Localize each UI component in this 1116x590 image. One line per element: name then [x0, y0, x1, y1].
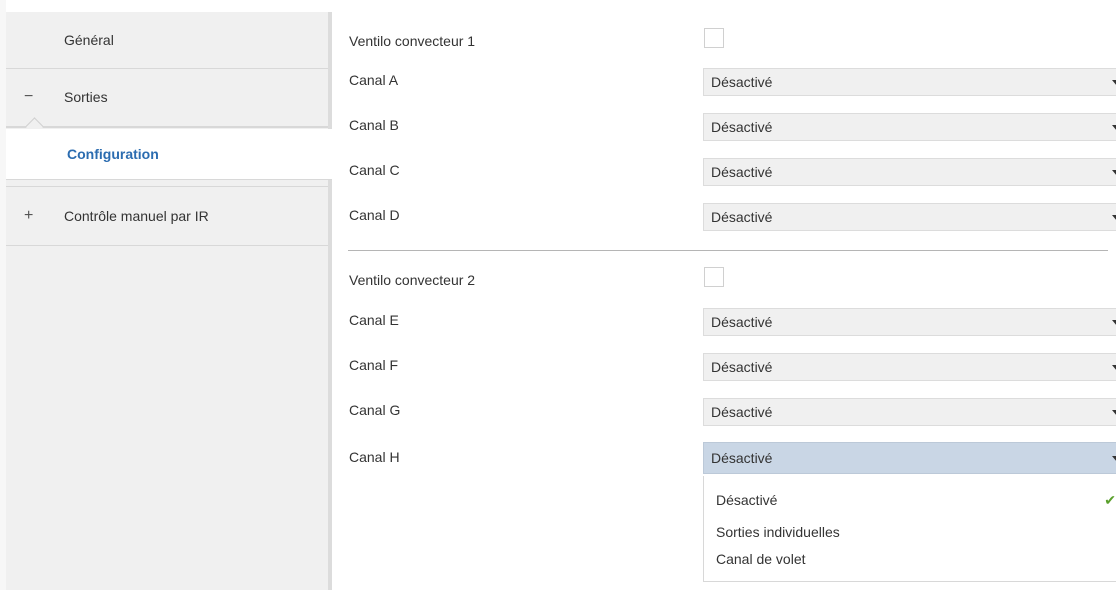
channel-label: Canal D [349, 207, 400, 223]
sidebar-item-configuration[interactable]: Configuration [6, 129, 332, 180]
select-value: Désactivé [711, 209, 773, 225]
canal-f-select[interactable]: Désactivé [703, 353, 1116, 381]
channel-row-f: Canal F Désactivé [348, 353, 1116, 381]
dropdown-option-canal-de-volet[interactable]: Canal de volet [716, 549, 806, 569]
sidebar-item-label: Général [64, 32, 114, 48]
canal-h-dropdown-list: Désactivé ✔ Sorties individuelles Canal … [703, 476, 1116, 582]
sidebar-item-sorties[interactable]: − Sorties [6, 69, 328, 126]
channel-label: Canal G [349, 402, 401, 418]
dropdown-arrow-icon [1112, 320, 1116, 326]
ventilo-2-checkbox[interactable] [704, 267, 724, 287]
canal-c-select[interactable]: Désactivé [703, 158, 1116, 186]
select-value: Désactivé [711, 74, 773, 90]
dropdown-arrow-icon [1112, 215, 1116, 221]
sidebar-item-general[interactable]: Général [6, 12, 328, 69]
canal-b-select[interactable]: Désactivé [703, 113, 1116, 141]
checkmark-icon: ✔ [1104, 492, 1116, 508]
channel-row-d: Canal D Désactivé [348, 203, 1116, 231]
select-value: Désactivé [711, 164, 773, 180]
dropdown-option-desactive[interactable]: Désactivé [716, 490, 777, 510]
expand-icon[interactable]: + [24, 187, 33, 245]
select-value: Désactivé [711, 450, 773, 466]
canal-g-select[interactable]: Désactivé [703, 398, 1116, 426]
select-value: Désactivé [711, 359, 773, 375]
channel-label: Canal H [349, 449, 400, 465]
channel-row-b: Canal B Désactivé [348, 113, 1116, 141]
collapse-icon[interactable]: − [24, 69, 33, 124]
settings-panel: Ventilo convecteur 1 Canal A Désactivé C… [348, 0, 1116, 590]
select-value: Désactivé [711, 119, 773, 135]
channel-label: Canal A [349, 72, 399, 88]
canal-a-select[interactable]: Désactivé [703, 68, 1116, 96]
group-title: Ventilo convecteur 2 [349, 272, 476, 288]
canal-e-select[interactable]: Désactivé [703, 308, 1116, 336]
sidebar-item-controle-manuel-ir[interactable]: + Contrôle manuel par IR [6, 186, 328, 246]
dropdown-arrow-icon [1112, 80, 1116, 86]
channel-row-h: Canal H Désactivé [348, 442, 1116, 474]
channel-row-c: Canal C Désactivé [348, 158, 1116, 186]
select-value: Désactivé [711, 404, 773, 420]
sidebar-item-label: Contrôle manuel par IR [64, 208, 209, 224]
canal-d-select[interactable]: Désactivé [703, 203, 1116, 231]
channel-label: Canal E [349, 312, 399, 328]
channel-row-g: Canal G Désactivé [348, 398, 1116, 426]
channel-row-e: Canal E Désactivé [348, 308, 1116, 336]
select-value: Désactivé [711, 314, 773, 330]
divider [6, 126, 328, 128]
dropdown-arrow-icon [1112, 365, 1116, 371]
dropdown-arrow-icon [1112, 410, 1116, 416]
group-row-ventilo-2: Ventilo convecteur 2 [348, 267, 1116, 292]
dropdown-option-sorties-individuelles[interactable]: Sorties individuelles [716, 522, 840, 542]
channel-label: Canal F [349, 357, 399, 373]
dropdown-arrow-icon [1112, 170, 1116, 176]
channel-label: Canal C [349, 162, 400, 178]
channel-row-a: Canal A Désactivé [348, 68, 1116, 96]
group-row-ventilo-1: Ventilo convecteur 1 [348, 28, 1116, 53]
group-title: Ventilo convecteur 1 [349, 33, 476, 49]
ventilo-1-checkbox[interactable] [704, 28, 724, 48]
canal-h-select[interactable]: Désactivé [703, 442, 1116, 474]
dropdown-arrow-icon [1112, 125, 1116, 131]
dropdown-arrow-icon [1112, 456, 1116, 462]
sidebar: Général − Sorties Configuration + Contrô… [6, 12, 332, 590]
channel-label: Canal B [349, 117, 399, 133]
sidebar-item-label: Sorties [64, 89, 108, 105]
sidebar-item-label: Configuration [67, 146, 159, 162]
group-separator [348, 250, 1108, 251]
